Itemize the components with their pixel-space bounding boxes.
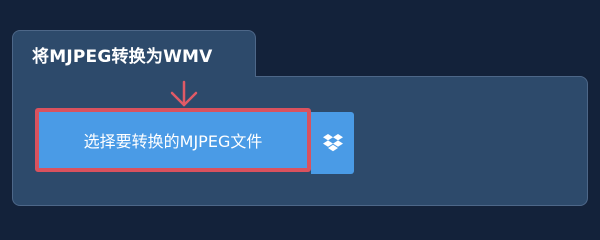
dropbox-button[interactable]: [311, 112, 354, 174]
converter-title: 将MJPEG转换为WMV: [32, 47, 213, 67]
choose-file-label: 选择要转换的MJPEG文件: [83, 132, 263, 151]
choose-file-button[interactable]: 选择要转换的MJPEG文件: [35, 108, 311, 172]
converter-panel: 将MJPEG转换为WMV 选择要转换的MJPEG文件: [12, 30, 588, 206]
tab-joint: [13, 74, 255, 78]
dropbox-icon: [322, 134, 343, 152]
down-arrow-icon: [170, 80, 198, 107]
